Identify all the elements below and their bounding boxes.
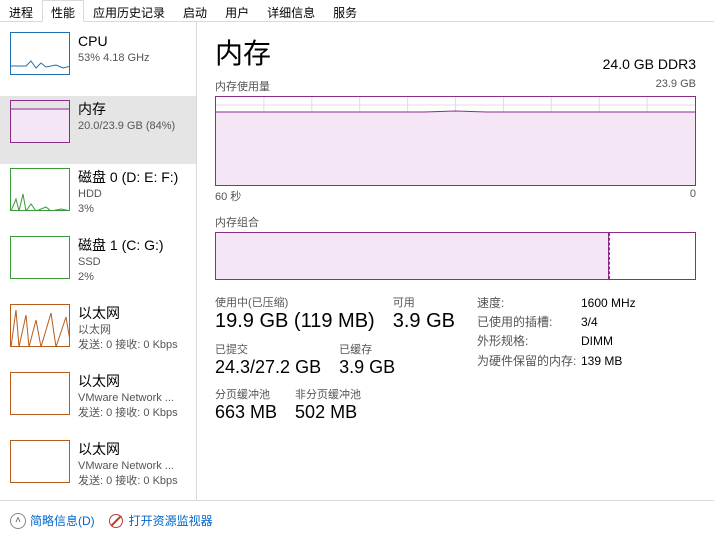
x-axis-left: 60 秒 bbox=[215, 188, 241, 204]
sidebar-disk0-sub1: HDD bbox=[78, 187, 178, 202]
open-resource-monitor-button[interactable]: 打开资源监视器 bbox=[109, 512, 213, 529]
sidebar-disk1-title: 磁盘 1 (C: G:) bbox=[78, 236, 164, 255]
reserved-key: 为硬件保留的内存: bbox=[477, 352, 581, 371]
memory-composition-bar[interactable] bbox=[215, 232, 696, 280]
sidebar-item-cpu[interactable]: CPU 53% 4.18 GHz bbox=[0, 28, 196, 96]
speed-key: 速度: bbox=[477, 294, 581, 313]
sidebar: CPU 53% 4.18 GHz 内存 20.0/23.9 GB (84%) 磁… bbox=[0, 22, 197, 500]
tab-bar: 进程 性能 应用历史记录 启动 用户 详细信息 服务 bbox=[0, 0, 714, 22]
cached-label: 已缓存 bbox=[339, 341, 395, 357]
sidebar-disk0-sub2: 3% bbox=[78, 202, 178, 217]
nonpaged-value: 502 MB bbox=[295, 402, 361, 423]
tab-users[interactable]: 用户 bbox=[216, 0, 258, 21]
sidebar-cpu-sub: 53% 4.18 GHz bbox=[78, 51, 150, 66]
tab-startup[interactable]: 启动 bbox=[174, 0, 216, 21]
speed-value: 1600 MHz bbox=[581, 294, 636, 313]
sidebar-eth0-sub1: 以太网 bbox=[78, 323, 178, 338]
fewer-details-label: 简略信息(D) bbox=[30, 512, 95, 529]
sidebar-eth2-title: 以太网 bbox=[78, 440, 178, 459]
avail-label: 可用 bbox=[393, 294, 455, 310]
memory-capacity: 24.0 GB DDR3 bbox=[603, 56, 696, 72]
eth1-thumbnail bbox=[10, 372, 70, 415]
tab-processes[interactable]: 进程 bbox=[0, 0, 42, 21]
disk0-thumbnail bbox=[10, 168, 70, 211]
footer: ˄ 简略信息(D) 打开资源监视器 bbox=[0, 500, 714, 540]
usage-graph-label: 内存使用量 bbox=[215, 78, 270, 94]
form-key: 外形规格: bbox=[477, 332, 581, 351]
tab-app-history[interactable]: 应用历史记录 bbox=[84, 0, 174, 21]
paged-value: 663 MB bbox=[215, 402, 277, 423]
sidebar-item-eth0[interactable]: 以太网 以太网 发送: 0 接收: 0 Kbps bbox=[0, 300, 196, 368]
inuse-value: 19.9 GB (119 MB) bbox=[215, 310, 375, 333]
memory-thumbnail bbox=[10, 100, 70, 143]
sidebar-eth2-sub2: 发送: 0 接收: 0 Kbps bbox=[78, 474, 178, 489]
main-panel: 内存 24.0 GB DDR3 内存使用量 23.9 GB bbox=[197, 22, 714, 500]
usage-graph-max: 23.9 GB bbox=[656, 78, 696, 94]
nonpaged-label: 非分页缓冲池 bbox=[295, 386, 361, 402]
reserved-value: 139 MB bbox=[581, 352, 622, 371]
paged-label: 分页缓冲池 bbox=[215, 386, 277, 402]
eth2-thumbnail bbox=[10, 440, 70, 483]
sidebar-eth0-title: 以太网 bbox=[78, 304, 178, 323]
sidebar-eth2-sub1: VMware Network ... bbox=[78, 459, 178, 474]
tab-services[interactable]: 服务 bbox=[324, 0, 366, 21]
page-title: 内存 bbox=[215, 32, 271, 72]
memory-usage-graph[interactable] bbox=[215, 96, 696, 186]
sidebar-memory-title: 内存 bbox=[78, 100, 175, 119]
open-resource-monitor-label: 打开资源监视器 bbox=[129, 512, 213, 529]
sidebar-disk1-sub1: SSD bbox=[78, 255, 164, 270]
sidebar-eth1-sub1: VMware Network ... bbox=[78, 391, 178, 406]
sidebar-memory-sub: 20.0/23.9 GB (84%) bbox=[78, 119, 175, 134]
fewer-details-button[interactable]: ˄ 简略信息(D) bbox=[10, 512, 95, 529]
sidebar-disk0-title: 磁盘 0 (D: E: F:) bbox=[78, 168, 178, 187]
sidebar-item-disk1[interactable]: 磁盘 1 (C: G:) SSD 2% bbox=[0, 232, 196, 300]
sidebar-item-memory[interactable]: 内存 20.0/23.9 GB (84%) bbox=[0, 96, 196, 164]
eth0-thumbnail bbox=[10, 304, 70, 347]
resource-monitor-icon bbox=[109, 514, 123, 528]
sidebar-item-disk0[interactable]: 磁盘 0 (D: E: F:) HDD 3% bbox=[0, 164, 196, 232]
slots-value: 3/4 bbox=[581, 313, 598, 332]
disk1-thumbnail bbox=[10, 236, 70, 279]
sidebar-eth0-sub2: 发送: 0 接收: 0 Kbps bbox=[78, 338, 178, 353]
sidebar-item-eth2[interactable]: 以太网 VMware Network ... 发送: 0 接收: 0 Kbps bbox=[0, 436, 196, 500]
inuse-label: 使用中(已压缩) bbox=[215, 294, 375, 310]
tab-performance[interactable]: 性能 bbox=[42, 0, 84, 22]
sidebar-eth1-title: 以太网 bbox=[78, 372, 178, 391]
sidebar-item-eth1[interactable]: 以太网 VMware Network ... 发送: 0 接收: 0 Kbps bbox=[0, 368, 196, 436]
slots-key: 已使用的插槽: bbox=[477, 313, 581, 332]
sidebar-eth1-sub2: 发送: 0 接收: 0 Kbps bbox=[78, 406, 178, 421]
form-value: DIMM bbox=[581, 332, 613, 351]
commit-label: 已提交 bbox=[215, 341, 321, 357]
cached-value: 3.9 GB bbox=[339, 357, 395, 378]
avail-value: 3.9 GB bbox=[393, 310, 455, 333]
x-axis-right: 0 bbox=[690, 188, 696, 204]
composition-label: 内存组合 bbox=[215, 214, 259, 230]
sidebar-cpu-title: CPU bbox=[78, 32, 150, 51]
cpu-thumbnail bbox=[10, 32, 70, 75]
sidebar-disk1-sub2: 2% bbox=[78, 270, 164, 285]
chevron-up-icon: ˄ bbox=[10, 513, 26, 529]
tab-details[interactable]: 详细信息 bbox=[258, 0, 324, 21]
commit-value: 24.3/27.2 GB bbox=[215, 357, 321, 378]
